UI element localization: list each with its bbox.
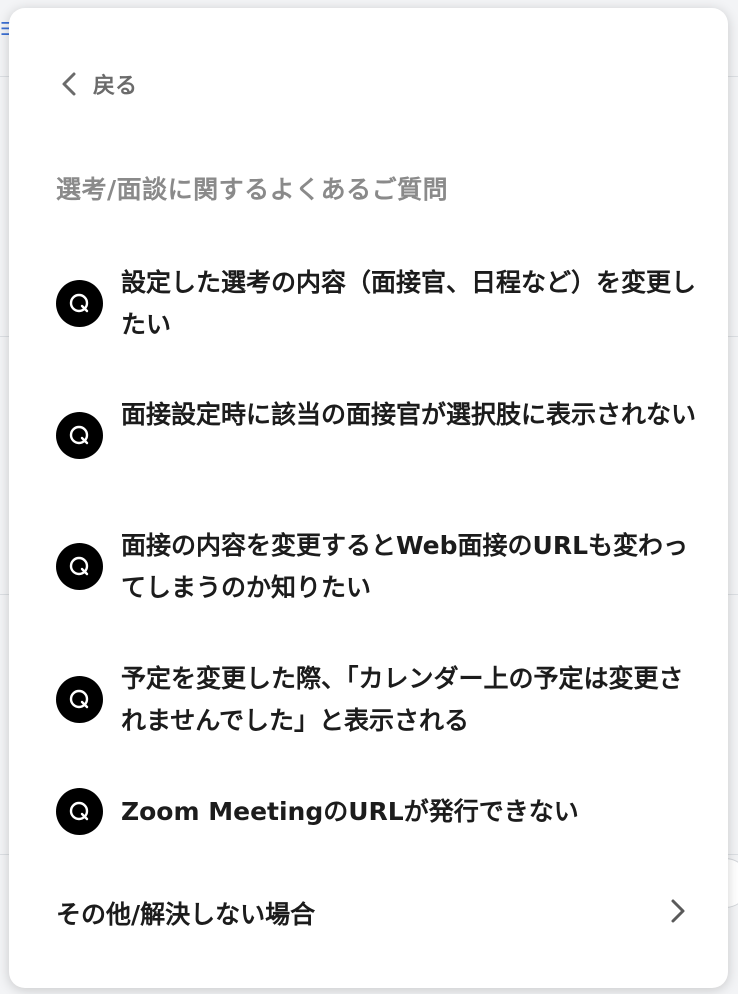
faq-question-text: 設定した選考の内容（面接官、日程など）を変更したい [121, 268, 697, 339]
chevron-right-icon [668, 897, 688, 929]
other-unresolved-label: その他/解決しない場合 [56, 900, 316, 929]
faq-question-text: 予定を変更した際、「カレンダー上の予定は変更されませんでした」と表示される [121, 664, 684, 735]
faq-question-text: 面接の内容を変更するとWeb面接のURLも変わってしまうのか知りたい [121, 531, 689, 602]
faq-question-text: 面接設定時に該当の面接官が選択肢に表示されない [121, 400, 697, 429]
faq-item[interactable]: 面接の内容を変更するとWeb面接のURLも変わってしまうのか知りたい [56, 525, 696, 609]
q-icon [56, 543, 103, 590]
back-label: 戻る [93, 74, 138, 99]
q-icon [56, 676, 103, 723]
chevron-left-icon [59, 71, 79, 97]
help-panel: 戻る 選考/面談に関するよくあるご質問 設定した選考の内容（面接官、日程など）を… [9, 8, 728, 988]
back-button[interactable]: 戻る [59, 66, 137, 102]
faq-item[interactable]: 予定を変更した際、「カレンダー上の予定は変更されませんでした」と表示される [56, 658, 696, 742]
faq-question-text: Zoom MeetingのURLが発行できない [121, 797, 579, 826]
q-icon [56, 280, 103, 327]
section-title: 選考/面談に関するよくあるご質問 [56, 175, 449, 204]
faq-item[interactable]: 面接設定時に該当の面接官が選択肢に表示されない [56, 394, 696, 478]
q-icon [56, 788, 103, 835]
q-icon [56, 412, 103, 459]
other-unresolved-link[interactable]: その他/解決しない場合 [56, 888, 688, 938]
faq-item[interactable]: Zoom MeetingのURLが発行できない [56, 788, 696, 836]
faq-item[interactable]: 設定した選考の内容（面接官、日程など）を変更したい [56, 262, 696, 346]
